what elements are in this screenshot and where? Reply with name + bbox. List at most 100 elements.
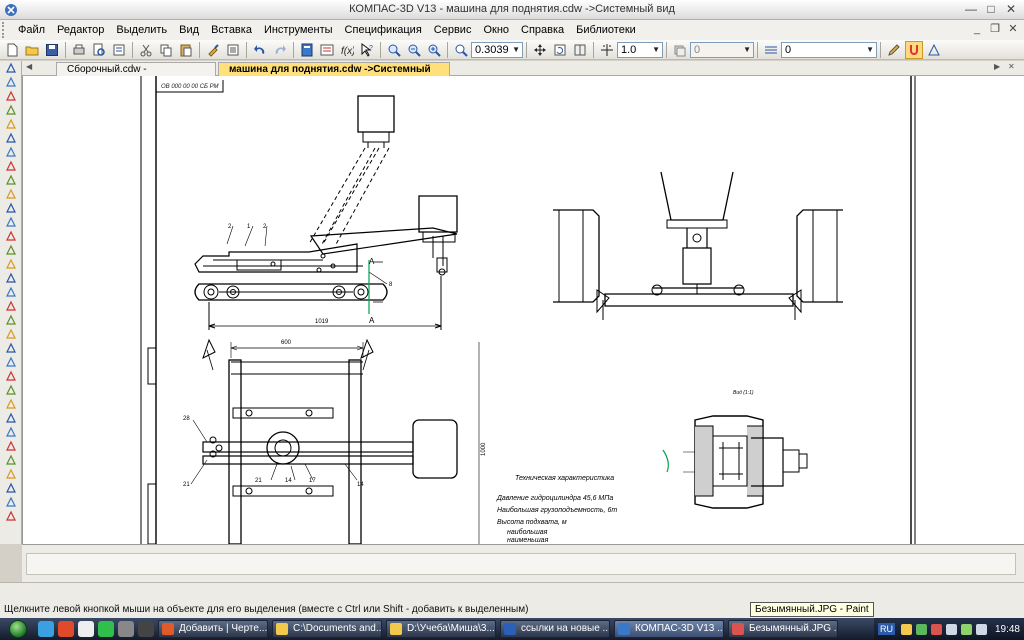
- tool-dimension-button[interactable]: [2, 117, 20, 131]
- tab-assembly[interactable]: Сборочный.cdw ->Системный вид: [56, 62, 216, 88]
- parametric-button[interactable]: [925, 41, 943, 59]
- variables-button[interactable]: [318, 41, 336, 59]
- menu-file[interactable]: Файл: [12, 20, 51, 40]
- zoom-scale-combo[interactable]: 0.3039 ▼: [471, 41, 523, 58]
- tool-scale-button[interactable]: [2, 355, 20, 369]
- open-button[interactable]: [23, 41, 41, 59]
- show-desktop-icon[interactable]: [118, 621, 134, 637]
- menu-service[interactable]: Сервис: [428, 20, 478, 40]
- tool-rotate-button[interactable]: [2, 341, 20, 355]
- media-icon[interactable]: [138, 621, 154, 637]
- tool-text-button[interactable]: [2, 131, 20, 145]
- tool-snap-button[interactable]: [2, 327, 20, 341]
- zoom-all-button[interactable]: [425, 41, 443, 59]
- tool-line-button[interactable]: [2, 75, 20, 89]
- style-combo[interactable]: 0 ▼: [781, 41, 877, 58]
- minimize-button[interactable]: —: [962, 2, 980, 18]
- tool-layout-button[interactable]: [2, 271, 20, 285]
- tool-trim-button[interactable]: [2, 425, 20, 439]
- library-manager-button[interactable]: [298, 41, 316, 59]
- tab-scroll-right-icon[interactable]: ▶: [994, 62, 1000, 71]
- doc-close-button[interactable]: ✕: [1006, 22, 1020, 36]
- tool-arc-button[interactable]: [2, 89, 20, 103]
- help-pointer-button[interactable]: ?: [358, 41, 376, 59]
- menu-window[interactable]: Окно: [477, 20, 515, 40]
- signal-icon[interactable]: [960, 623, 972, 635]
- tool-pointer-button[interactable]: [2, 61, 20, 75]
- antivirus-icon[interactable]: [915, 623, 927, 635]
- start-button[interactable]: [0, 618, 36, 640]
- tool-fillet-button[interactable]: [2, 481, 20, 495]
- print-button[interactable]: [70, 41, 88, 59]
- close-button[interactable]: ✕: [1002, 2, 1020, 18]
- drawing-canvas[interactable]: ОВ 000 00 00 СБ РМ A A 1019 2 1 2 8 600 …: [22, 76, 1024, 544]
- tool-frame-button[interactable]: [2, 299, 20, 313]
- property-panel-field[interactable]: [26, 553, 1016, 575]
- new-document-button[interactable]: [3, 41, 21, 59]
- menu-tools[interactable]: Инструменты: [258, 20, 339, 40]
- menu-select[interactable]: Выделить: [110, 20, 173, 40]
- zoom-scale-button[interactable]: [452, 41, 470, 59]
- tool-offset-button[interactable]: [2, 495, 20, 509]
- copy-button[interactable]: [157, 41, 175, 59]
- tool-edit-button[interactable]: [2, 159, 20, 173]
- layer-combo[interactable]: 0 ▼: [690, 41, 754, 58]
- tool-delete-button[interactable]: [2, 411, 20, 425]
- menu-insert[interactable]: Вставка: [205, 20, 258, 40]
- menu-libraries[interactable]: Библиотеки: [570, 20, 642, 40]
- redo-button[interactable]: [271, 41, 289, 59]
- magnet-snap-button[interactable]: [905, 40, 923, 59]
- measure-button[interactable]: [885, 41, 903, 59]
- tool-copy-button[interactable]: [2, 383, 20, 397]
- preview-button[interactable]: [90, 41, 108, 59]
- pan-button[interactable]: [531, 41, 549, 59]
- menu-specification[interactable]: Спецификация: [339, 20, 428, 40]
- tool-measure-button[interactable]: [2, 187, 20, 201]
- line-style-button[interactable]: [762, 41, 780, 59]
- menu-view[interactable]: Вид: [173, 20, 205, 40]
- cut-button[interactable]: [137, 41, 155, 59]
- menu-editor[interactable]: Редактор: [51, 20, 110, 40]
- chat-icon[interactable]: [98, 621, 114, 637]
- taskbar-task-5[interactable]: Безымянный.JPG ...: [728, 620, 838, 638]
- cursor-step-combo[interactable]: 1.0 ▼: [617, 41, 663, 58]
- tool-join-button[interactable]: [2, 509, 20, 523]
- messenger-icon[interactable]: [78, 621, 94, 637]
- layer-button[interactable]: [671, 41, 689, 59]
- tool-hatch-button[interactable]: [2, 103, 20, 117]
- taskbar-task-4[interactable]: КОМПАС-3D V13 ...: [614, 620, 724, 638]
- zoom-out-button[interactable]: [405, 41, 423, 59]
- format-painter-button[interactable]: [204, 41, 222, 59]
- layout-button[interactable]: [571, 41, 589, 59]
- tool-view-button[interactable]: [2, 285, 20, 299]
- shield-icon[interactable]: [900, 623, 912, 635]
- undo-button[interactable]: [251, 41, 269, 59]
- doc-restore-button[interactable]: ❐: [988, 22, 1002, 36]
- refresh-view-button[interactable]: [551, 41, 569, 59]
- zoom-in-button[interactable]: [385, 41, 403, 59]
- function-button[interactable]: f(x): [338, 41, 356, 59]
- menu-help[interactable]: Справка: [515, 20, 570, 40]
- tool-break-button[interactable]: [2, 453, 20, 467]
- tool-select-button[interactable]: [2, 201, 20, 215]
- tab-scroll-left-icon[interactable]: ◀: [26, 62, 32, 71]
- tab-close-icon[interactable]: ✕: [1008, 62, 1015, 71]
- tool-extend-button[interactable]: [2, 439, 20, 453]
- taskbar-task-1[interactable]: C:\Documents and...: [272, 620, 382, 638]
- tool-symbol-button[interactable]: [2, 145, 20, 159]
- menu-grip[interactable]: [2, 22, 8, 38]
- taskbar-task-2[interactable]: D:\Учеба\Миша\3...: [386, 620, 496, 638]
- taskbar-task-0[interactable]: Добавить | Черте...: [158, 620, 268, 638]
- tool-report-button[interactable]: [2, 229, 20, 243]
- tool-grid-button[interactable]: [2, 313, 20, 327]
- volume-icon[interactable]: [975, 623, 987, 635]
- snap-step-button[interactable]: [598, 41, 616, 59]
- tool-parametric-button[interactable]: [2, 173, 20, 187]
- properties-button[interactable]: [224, 41, 242, 59]
- browser-icon[interactable]: [58, 621, 74, 637]
- tool-spec-button[interactable]: [2, 215, 20, 229]
- maximize-button[interactable]: □: [982, 2, 1000, 18]
- doc-minimize-button[interactable]: _: [970, 22, 984, 36]
- tool-insert-button[interactable]: [2, 243, 20, 257]
- paste-button[interactable]: [177, 41, 195, 59]
